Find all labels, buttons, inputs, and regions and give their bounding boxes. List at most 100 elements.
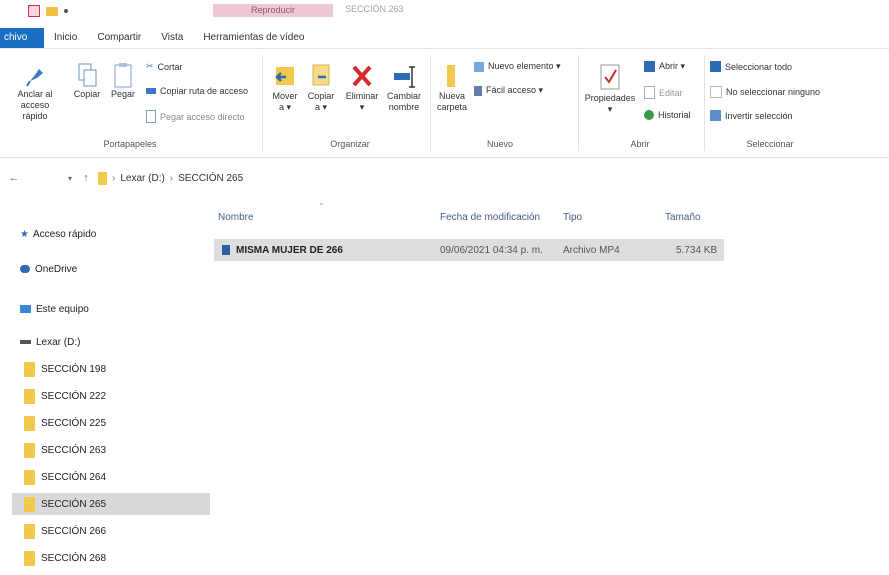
history-label: Historial	[658, 110, 691, 120]
move-to-label-1: Mover	[272, 91, 298, 101]
file-name: MISMA MUJER DE 266	[236, 244, 343, 256]
paste-icon	[114, 63, 132, 88]
ribbon-separator	[430, 55, 431, 151]
navigation-pane: ★ Acceso rápido OneDrive Este equipo Lex…	[0, 220, 210, 575]
customize-toolbar-icon[interactable]	[64, 9, 68, 13]
nav-folder[interactable]: SECCIÓN 266	[24, 520, 224, 542]
nav-folder-label: SECCIÓN 222	[41, 390, 107, 402]
breadcrumb-drive[interactable]: Lexar (D:)	[120, 173, 164, 184]
nav-drive-label: Lexar (D:)	[36, 336, 81, 348]
paste-button[interactable]: Pegar	[108, 61, 138, 100]
star-icon: ★	[20, 228, 29, 240]
nav-folder[interactable]: SECCIÓN 264	[24, 466, 224, 488]
video-file-icon	[222, 245, 230, 255]
nav-folder-label: SECCIÓN 265	[41, 498, 107, 510]
nav-folder[interactable]: SECCIÓN 198	[24, 358, 224, 380]
ribbon-separator	[578, 55, 579, 151]
nav-folder[interactable]: SECCIÓN 222	[24, 385, 224, 407]
breadcrumb-chevron-icon: ›	[169, 172, 174, 184]
column-header-type[interactable]: Tipo	[563, 212, 582, 223]
copy-path-label: Copiar ruta de acceso	[160, 86, 249, 96]
folder-icon	[24, 550, 35, 566]
copy-to-label-1: Copiar	[307, 91, 335, 101]
new-item-button[interactable]: Nuevo elemento ▾	[474, 61, 561, 72]
nav-folder-selected[interactable]: SECCIÓN 265	[12, 493, 210, 515]
title-bar: Reproducir SECCIÓN 263	[0, 0, 889, 22]
folder-icon	[24, 496, 35, 512]
edit-label: Editar	[659, 87, 683, 98]
new-folder-icon	[447, 65, 455, 87]
edit-button[interactable]: Editar	[644, 86, 683, 99]
paste-shortcut-button[interactable]: Pegar acceso directo	[146, 110, 245, 123]
pin-quick-access-button[interactable]: Anclar al acceso rápido	[10, 63, 60, 122]
tab-video-tools[interactable]: Herramientas de vídeo	[193, 28, 314, 48]
copy-label: Copiar	[73, 89, 101, 99]
nav-folder[interactable]: SECCIÓN 225	[24, 412, 224, 434]
properties-label-1: Propiedades	[584, 93, 636, 103]
nav-this-pc[interactable]: Este equipo	[20, 298, 220, 320]
delete-icon	[352, 65, 372, 87]
invert-selection-label: Invertir selección	[725, 110, 793, 121]
file-row[interactable]: MISMA MUJER DE 266 09/06/2021 04:34 p. m…	[214, 239, 724, 261]
history-button[interactable]: Historial	[644, 110, 691, 120]
select-all-icon	[710, 61, 721, 72]
nav-folder-label: SECCIÓN 263	[41, 444, 107, 456]
address-bar: ← ▾ ↑ › Lexar (D:) › SECCIÓN 265	[0, 165, 889, 191]
easy-access-button[interactable]: Fácil acceso ▾	[474, 85, 543, 96]
computer-icon	[20, 305, 31, 313]
select-all-button[interactable]: Seleccionar todo	[710, 61, 792, 72]
copy-to-button[interactable]: Copiar a ▾	[304, 61, 338, 113]
nav-folder[interactable]: SECCIÓN 268	[24, 547, 224, 569]
select-none-button[interactable]: No seleccionar ninguno	[710, 86, 820, 98]
tab-file[interactable]: chivo	[0, 28, 44, 48]
folder-icon	[24, 388, 35, 404]
tab-share[interactable]: Compartir	[87, 28, 151, 48]
delete-button[interactable]: Eliminar ▾	[342, 61, 382, 113]
copy-path-icon	[146, 88, 156, 94]
nav-folder-label: SECCIÓN 198	[41, 363, 107, 375]
sort-ascending-icon: ⌃	[318, 202, 325, 211]
tab-view[interactable]: Vista	[151, 28, 193, 48]
invert-selection-icon	[710, 110, 721, 121]
pin-label-2: acceso rápido	[20, 100, 50, 121]
group-label-new: Nuevo	[486, 139, 513, 149]
recent-locations-icon[interactable]: ▾	[64, 174, 76, 183]
rename-button[interactable]: Cambiar nombre	[384, 61, 424, 113]
properties-button[interactable]: Propiedades ▾	[582, 61, 638, 115]
pin-icon	[26, 69, 43, 87]
copy-button[interactable]: Copiar	[72, 61, 102, 100]
properties-icon[interactable]	[28, 5, 40, 17]
select-none-icon	[710, 86, 722, 98]
nav-onedrive[interactable]: OneDrive	[20, 258, 220, 280]
nav-folder-label: SECCIÓN 266	[41, 525, 107, 537]
nav-quick-access[interactable]: ★ Acceso rápido	[20, 223, 220, 245]
rename-icon	[394, 66, 415, 88]
new-folder-label-2: carpeta	[436, 102, 468, 112]
back-arrow-icon[interactable]: ←	[8, 172, 20, 184]
nav-folder[interactable]: SECCIÓN 263	[24, 439, 224, 461]
scissors-icon: ✂	[146, 61, 154, 71]
breadcrumb-folder[interactable]: SECCIÓN 265	[178, 173, 243, 184]
new-folder-label-1: Nueva	[438, 91, 465, 101]
tab-home[interactable]: Inicio	[44, 28, 87, 48]
open-button[interactable]: Abrir ▾	[644, 61, 685, 72]
copy-path-button[interactable]: Copiar ruta de acceso	[146, 86, 248, 96]
up-arrow-icon[interactable]: ↑	[80, 172, 92, 184]
column-header-name[interactable]: Nombre	[218, 212, 254, 223]
cut-button[interactable]: ✂ Cortar	[146, 61, 183, 72]
column-header-size[interactable]: Tamaño	[665, 212, 701, 223]
move-to-button[interactable]: Mover a ▾	[268, 61, 302, 113]
edit-icon	[644, 86, 655, 99]
new-folder-icon[interactable]	[46, 6, 58, 16]
new-item-label: Nuevo elemento ▾	[488, 61, 561, 71]
ribbon: Anclar al acceso rápido Copiar Pegar ✂ C…	[0, 49, 889, 158]
drive-icon	[20, 340, 31, 344]
ribbon-separator	[704, 55, 705, 151]
file-modified: 09/06/2021 04:34 p. m.	[440, 244, 543, 256]
invert-selection-button[interactable]: Invertir selección	[710, 110, 793, 121]
nav-drive[interactable]: Lexar (D:)	[20, 331, 220, 353]
properties-label-2: ▾	[607, 104, 613, 114]
column-header-modified[interactable]: Fecha de modificación	[440, 212, 540, 223]
new-folder-button[interactable]: Nueva carpeta	[434, 61, 470, 113]
breadcrumb-chevron-icon: ›	[112, 172, 116, 184]
